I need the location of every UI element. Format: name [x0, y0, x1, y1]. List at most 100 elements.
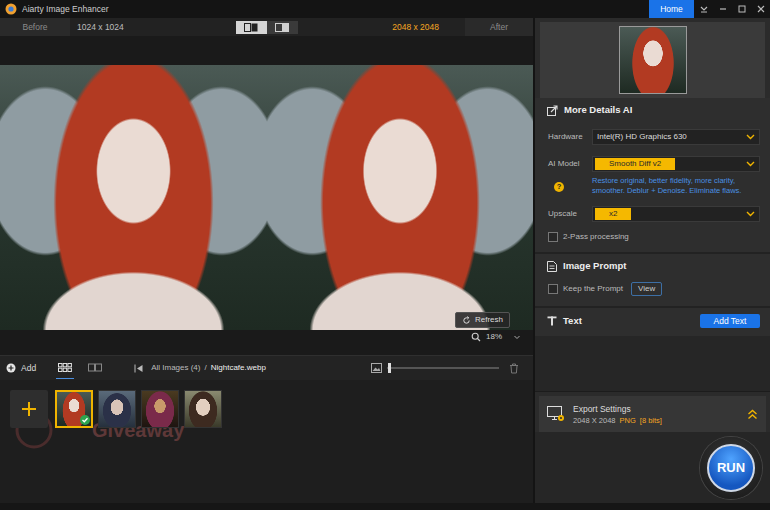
- selected-image-thumbnail: [619, 26, 687, 94]
- thumbnail[interactable]: [98, 390, 136, 428]
- before-label[interactable]: Before: [0, 18, 70, 36]
- delete-button[interactable]: [509, 363, 519, 374]
- thumbnail[interactable]: [184, 390, 222, 428]
- dropdown-chevron-icon: [746, 133, 755, 141]
- window-controls: Home: [649, 0, 770, 18]
- image-pair: [0, 65, 533, 330]
- breadcrumb: All Images (4)/Nightcafe.webp: [134, 363, 266, 373]
- refresh-button[interactable]: Refresh: [455, 312, 510, 328]
- add-button[interactable]: Add: [6, 363, 36, 373]
- window-title: Aiarty Image Enhancer: [22, 4, 108, 14]
- checkbox[interactable]: [548, 284, 558, 294]
- layout-button[interactable]: [86, 357, 104, 379]
- app-window: Aiarty Image Enhancer Home Before1024 x 10…: [0, 0, 770, 510]
- two-pass-option[interactable]: 2-Pass processing: [535, 232, 770, 242]
- keep-prompt-option[interactable]: Keep the Prompt: [548, 284, 623, 294]
- close-icon: [756, 4, 766, 14]
- setting-label: AI Model: [548, 159, 592, 169]
- all-images-link[interactable]: All Images (4): [151, 363, 200, 373]
- dropdown-value: Intel(R) HD Graphics 630: [595, 131, 689, 143]
- side-by-side-icon: [244, 23, 258, 32]
- slider-track[interactable]: [387, 367, 499, 369]
- menu-chevron-icon: [699, 4, 709, 14]
- settings-panel: More Details AI HardwareIntel(R) HD Graph…: [533, 18, 770, 503]
- maximize-button[interactable]: [732, 0, 751, 18]
- dropdown-value: Smooth Diff v2: [595, 158, 675, 170]
- panel-spacer: [535, 336, 770, 392]
- view-mode-button[interactable]: [236, 21, 267, 34]
- trash-icon: [509, 363, 519, 374]
- setting-dropdown[interactable]: Smooth Diff v2: [592, 156, 760, 172]
- setting-row: Upscalex2: [535, 206, 770, 222]
- model-description-row: ? Restore original, better fidelity, more…: [535, 176, 770, 195]
- after-label[interactable]: After: [465, 18, 533, 36]
- layout-button[interactable]: [56, 357, 74, 379]
- text-title-group: Text: [547, 315, 582, 327]
- home-button[interactable]: Home: [649, 0, 694, 18]
- export-settings[interactable]: Export Settings2048 X 2048PNG[8 bits]: [539, 396, 766, 432]
- image-viewer: Refresh 18%: [0, 36, 533, 355]
- section-header: Text Add Text: [535, 308, 770, 330]
- workspace: Before1024 x 10242048 x 2048AfterRefresh…: [0, 18, 770, 503]
- section-title: More Details AI: [564, 104, 632, 116]
- before-image[interactable]: [0, 65, 267, 330]
- breadcrumb-separator: /: [204, 363, 206, 373]
- close-button[interactable]: [751, 0, 770, 18]
- export-title: Export Settings: [573, 404, 662, 414]
- menu-button[interactable]: [694, 0, 713, 18]
- view-prompt-button[interactable]: View: [631, 282, 662, 296]
- section-title: Text: [563, 315, 582, 327]
- refresh-label: Refresh: [475, 315, 503, 325]
- model-description: Restore original, better fidelity, more …: [592, 176, 760, 195]
- add-image-tile[interactable]: [10, 390, 48, 428]
- minimize-icon: [718, 4, 728, 14]
- zoom-chevron-icon: [513, 333, 521, 341]
- setting-row: HardwareIntel(R) HD Graphics 630: [535, 129, 770, 145]
- run-area: RUN: [535, 432, 770, 503]
- image-prompt-section: Image Prompt Keep the Prompt View: [535, 252, 770, 306]
- before-group: Before1024 x 1024: [0, 18, 236, 36]
- export-size: 2048 X 2048: [573, 416, 616, 425]
- compare-bar: Before1024 x 1024 2048 x 2048 After: [0, 18, 533, 36]
- checkbox[interactable]: [548, 232, 558, 242]
- add-label: Add: [21, 363, 36, 373]
- refresh-icon: [462, 316, 471, 325]
- export-monitor-icon: [547, 406, 565, 422]
- setting-label: Upscale: [548, 209, 592, 219]
- preview-card: [540, 22, 765, 98]
- done-check-icon: [80, 415, 90, 425]
- back-icon[interactable]: [134, 364, 144, 373]
- add-text-button[interactable]: Add Text: [700, 314, 760, 328]
- minimize-button[interactable]: [713, 0, 732, 18]
- export-format: PNG: [620, 416, 636, 425]
- dropdown-value: x2: [595, 208, 631, 220]
- zoom-control[interactable]: 18%: [471, 332, 521, 342]
- setting-row: AI ModelSmooth Diff v2: [535, 156, 770, 172]
- section-title: Image Prompt: [563, 260, 626, 272]
- setting-dropdown[interactable]: Intel(R) HD Graphics 630: [592, 129, 760, 145]
- slider-knob[interactable]: [388, 363, 391, 373]
- section-header: Image Prompt: [535, 254, 770, 274]
- run-button[interactable]: RUN: [700, 437, 762, 499]
- expand-up-icon: [747, 409, 758, 420]
- keep-prompt-row: Keep the Prompt View: [535, 274, 770, 298]
- thumbnail[interactable]: [55, 390, 93, 428]
- plus-icon: [21, 401, 37, 417]
- export-text: Export Settings2048 X 2048PNG[8 bits]: [573, 404, 662, 425]
- section-header: More Details AI: [535, 98, 770, 118]
- view-mode-toggle: [236, 18, 298, 36]
- after-image[interactable]: [267, 65, 534, 330]
- add-circle-icon: [6, 363, 16, 373]
- thumbnail[interactable]: [141, 390, 179, 428]
- dropdown-chevron-icon: [746, 210, 755, 218]
- after-size: 2048 x 2048: [392, 22, 439, 32]
- text-section: Text Add Text: [535, 306, 770, 336]
- thumb-size-slider: [371, 363, 499, 373]
- zoom-value: 18%: [486, 332, 502, 342]
- upscale-dropdown[interactable]: x2: [592, 206, 760, 222]
- view-mode-button[interactable]: [267, 21, 298, 34]
- layout-switch: [56, 357, 104, 379]
- thumbnail-row: [0, 380, 533, 438]
- bottom-bar: [0, 503, 770, 510]
- help-badge[interactable]: ?: [554, 182, 564, 192]
